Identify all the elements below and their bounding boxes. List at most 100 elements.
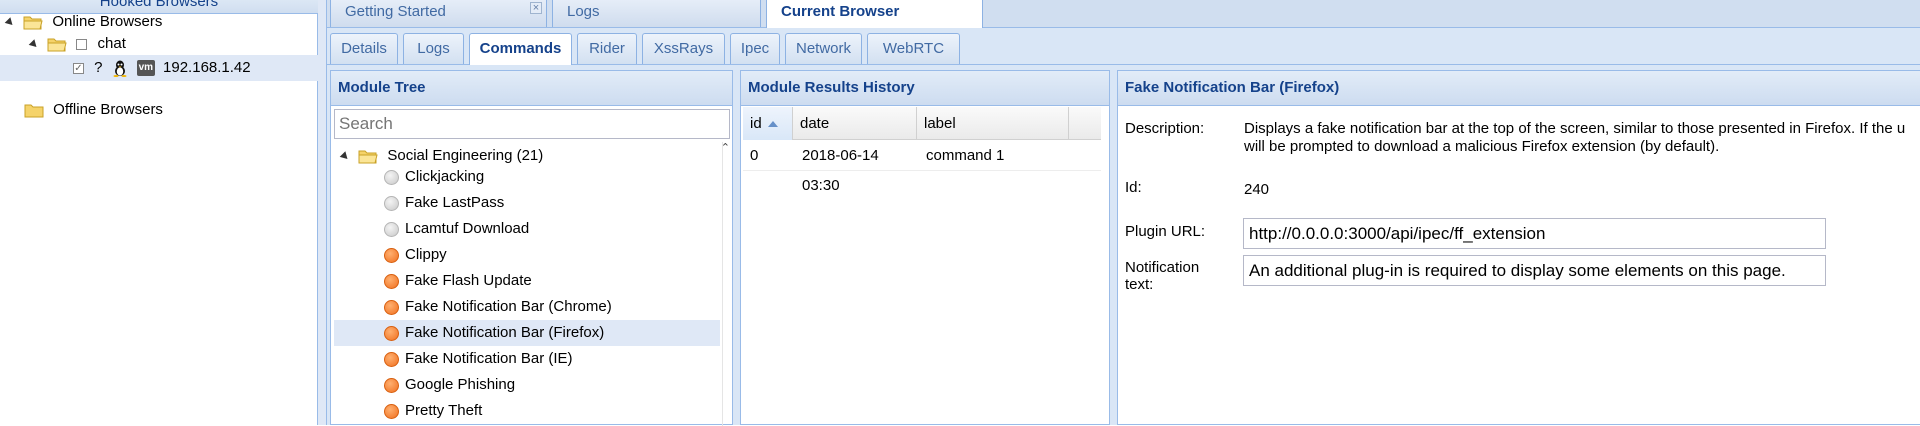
folder-icon bbox=[24, 104, 44, 118]
tab-network[interactable]: Network bbox=[785, 33, 862, 64]
column-header-label[interactable]: label bbox=[917, 107, 1069, 140]
module-label: Lcamtuf Download bbox=[405, 220, 530, 237]
tab-commands[interactable]: Commands bbox=[469, 33, 572, 65]
module-label: Fake LastPass bbox=[405, 194, 505, 211]
column-header-id[interactable]: id bbox=[743, 107, 793, 140]
group-node-chat[interactable]: chat bbox=[28, 31, 126, 57]
description-label: Description: bbox=[1125, 120, 1205, 137]
hooked-browsers-panel: Hooked Browsers Online Browsers chat ✓ ?… bbox=[0, 0, 318, 425]
status-orange-icon bbox=[384, 325, 399, 341]
column-label: date bbox=[800, 115, 830, 132]
tab-label: Ipec bbox=[740, 40, 770, 57]
cell-date: 2018-06-14 03:30 bbox=[802, 147, 879, 194]
module-details-panel: Fake Notification Bar (Firefox) Descript… bbox=[1117, 70, 1920, 425]
notification-label-line-1: Notification bbox=[1125, 259, 1200, 276]
notification-text-field[interactable] bbox=[1243, 255, 1826, 286]
module-label: Google Phishing bbox=[405, 376, 516, 393]
cell-label: command 1 bbox=[926, 147, 1005, 164]
tab-label: Logs bbox=[567, 3, 600, 20]
group-label: chat bbox=[97, 35, 126, 52]
group-checkbox[interactable] bbox=[76, 38, 88, 50]
sub-tab-bar: Details Logs Commands Rider XssRays Ipec… bbox=[327, 28, 1920, 65]
vertical-scrollbar[interactable] bbox=[722, 142, 732, 426]
tab-webrtc[interactable]: WebRTC bbox=[867, 33, 960, 64]
folder-open-icon bbox=[47, 38, 67, 52]
tab-rider[interactable]: Rider bbox=[577, 33, 637, 64]
column-label: id bbox=[750, 115, 762, 132]
module-label: Fake Flash Update bbox=[405, 272, 532, 289]
close-icon[interactable]: × bbox=[530, 2, 542, 14]
module-label: Fake Notification Bar (IE) bbox=[405, 350, 573, 367]
module-item[interactable]: Fake Flash Update bbox=[334, 268, 720, 294]
notification-label-line-2: text: bbox=[1125, 276, 1154, 293]
tab-label: Getting Started bbox=[345, 3, 446, 20]
module-label: Clickjacking bbox=[405, 168, 485, 185]
tab-label: Network bbox=[795, 40, 851, 57]
plugin-url-field[interactable] bbox=[1243, 218, 1826, 249]
folder-open-icon bbox=[23, 16, 43, 30]
status-orange-icon bbox=[384, 299, 399, 315]
browser-node-192-168-1-42[interactable]: ✓ ? vm 192.168.1.42 bbox=[0, 55, 318, 81]
module-tree-list: Social Engineering (21) Clickjacking Fak… bbox=[334, 142, 730, 426]
module-item[interactable]: Fake Notification Bar (Chrome) bbox=[334, 294, 720, 320]
column-header-date[interactable]: date bbox=[793, 107, 917, 140]
tab-details[interactable]: Details bbox=[330, 33, 398, 64]
plugin-url-label: Plugin URL: bbox=[1125, 223, 1206, 240]
offline-browsers-label: Offline Browsers bbox=[53, 101, 163, 118]
module-tree-title: Module Tree bbox=[331, 71, 732, 106]
module-tree-panel: Module Tree ⌃ Social Engineering (21) Cl… bbox=[330, 70, 733, 426]
id-label: Id: bbox=[1125, 179, 1142, 196]
module-item[interactable]: Clippy bbox=[334, 242, 720, 268]
tab-logs[interactable]: Logs bbox=[552, 0, 761, 27]
expand-triangle-icon[interactable] bbox=[28, 38, 40, 50]
module-label: Pretty Theft bbox=[405, 402, 483, 419]
status-orange-icon bbox=[384, 377, 399, 393]
expand-triangle-icon[interactable] bbox=[4, 16, 16, 28]
vm-icon: vm bbox=[136, 60, 155, 77]
tab-label: XssRays bbox=[653, 40, 714, 57]
status-orange-icon bbox=[384, 247, 399, 263]
module-item[interactable]: Lcamtuf Download bbox=[334, 216, 720, 242]
tab-label: Details bbox=[341, 40, 387, 57]
table-row[interactable]: 0 2018-06-14 03:30 command 1 bbox=[743, 141, 1101, 194]
status-orange-icon bbox=[384, 351, 399, 367]
browser-checkbox[interactable]: ✓ bbox=[73, 62, 84, 74]
tab-logs-sub[interactable]: Logs bbox=[403, 33, 464, 64]
search-input[interactable] bbox=[334, 109, 730, 139]
tab-getting-started[interactable]: Getting Started × bbox=[330, 0, 547, 27]
tab-label: Logs bbox=[417, 40, 450, 57]
description-line-1: Displays a fake notification bar at the … bbox=[1244, 120, 1906, 137]
module-item[interactable]: Pretty Theft bbox=[334, 398, 720, 424]
expand-triangle-icon[interactable] bbox=[339, 150, 351, 162]
module-item[interactable]: Fake Notification Bar (IE) bbox=[334, 346, 720, 372]
main-area: Getting Started × Logs Current Browser D… bbox=[327, 0, 1920, 426]
offline-browsers-node[interactable]: Offline Browsers bbox=[24, 97, 163, 123]
module-item[interactable]: Clickjacking bbox=[334, 164, 720, 190]
tab-label: WebRTC bbox=[882, 40, 945, 57]
column-label: label bbox=[924, 115, 956, 132]
module-item[interactable]: Fake LastPass bbox=[334, 190, 720, 216]
panel-splitter[interactable] bbox=[318, 0, 327, 425]
module-item[interactable]: Google Phishing bbox=[334, 372, 720, 398]
tab-label: Current Browser bbox=[781, 3, 900, 20]
id-value: 240 bbox=[1244, 181, 1270, 198]
category-label: Social Engineering (21) bbox=[387, 147, 544, 164]
module-results-title: Module Results History bbox=[741, 71, 1109, 106]
module-label: Fake Notification Bar (Chrome) bbox=[405, 298, 612, 315]
tab-xssrays[interactable]: XssRays bbox=[642, 33, 725, 64]
status-gray-icon bbox=[384, 195, 399, 211]
top-tab-bar: Getting Started × Logs Current Browser bbox=[327, 0, 1920, 29]
module-label: Fake Notification Bar (Firefox) bbox=[405, 324, 605, 341]
status-orange-icon bbox=[384, 273, 399, 289]
tab-current-browser[interactable]: Current Browser bbox=[766, 0, 983, 29]
sort-ascending-icon bbox=[767, 121, 778, 128]
description-line-2: will be prompted to download a malicious… bbox=[1244, 138, 1720, 155]
online-browsers-label: Online Browsers bbox=[52, 13, 163, 30]
status-gray-icon bbox=[384, 169, 399, 185]
unknown-browser-icon: ? bbox=[94, 59, 103, 77]
cell-id: 0 bbox=[750, 147, 759, 164]
tab-ipec[interactable]: Ipec bbox=[730, 33, 780, 64]
browser-ip-label: 192.168.1.42 bbox=[163, 59, 251, 76]
module-item-selected[interactable]: Fake Notification Bar (Firefox) bbox=[334, 320, 720, 346]
folder-open-icon bbox=[358, 150, 378, 164]
